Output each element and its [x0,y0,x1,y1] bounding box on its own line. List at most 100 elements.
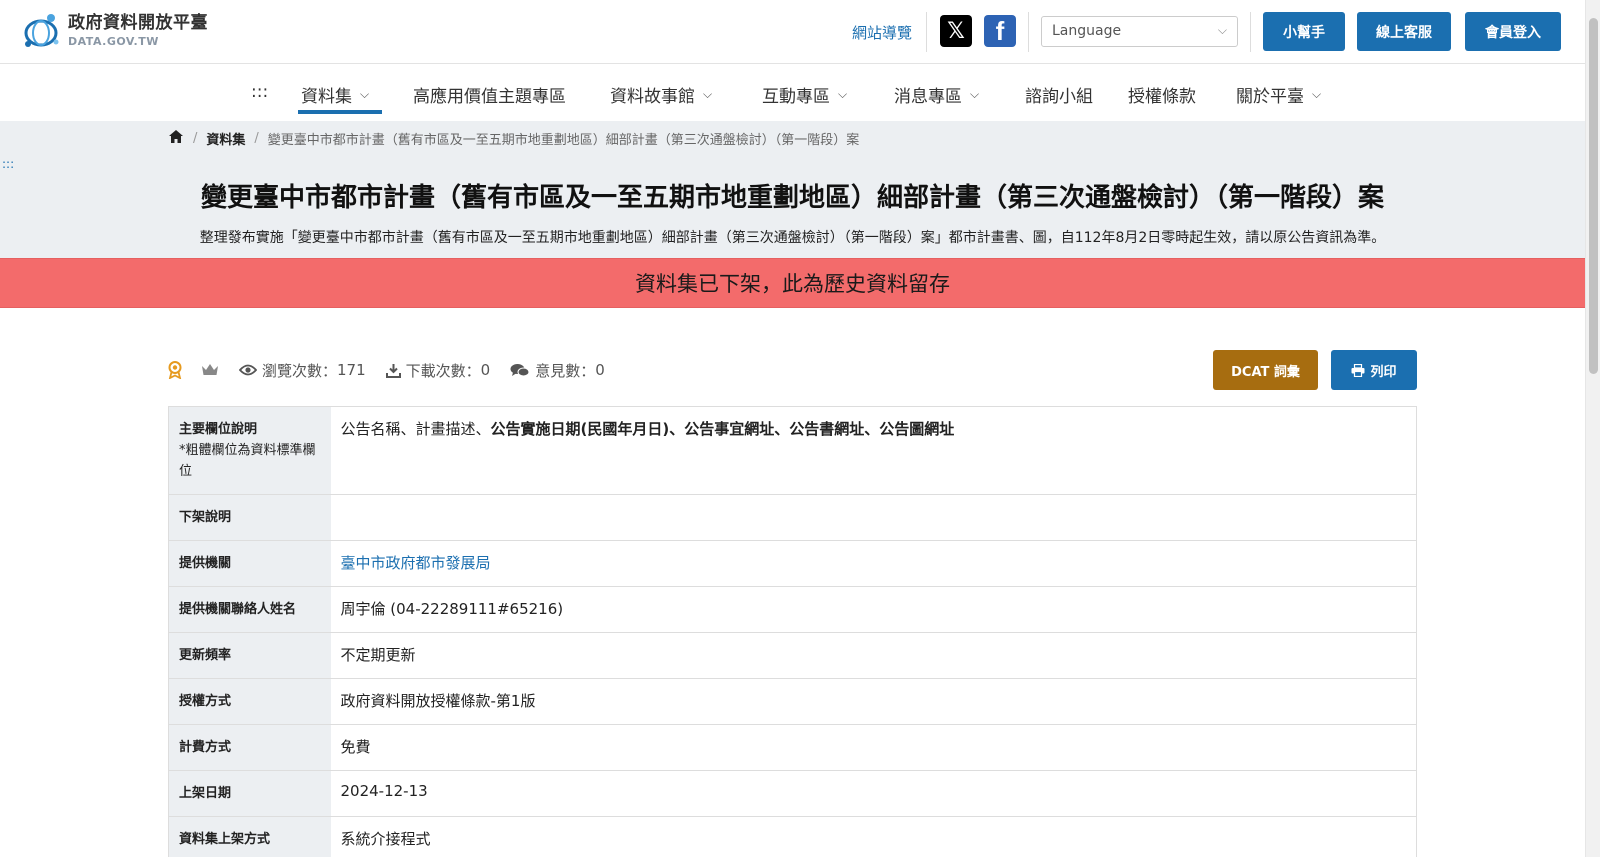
main-nav: ::: 資料集 ⌵ 高應用價值主題專區 資料故事館 ⌵ 互動專區 ⌵ 消息專區 ⌵ 諮詢… [0,64,1585,121]
member-login-button[interactable]: 會員登入 [1465,12,1561,51]
nav-active-indicator [298,110,382,114]
main-fields-note: *粗體欄位為資料標準欄位 [179,443,316,479]
downloads-count: 0 [480,361,491,379]
nav-item-high-value[interactable]: 高應用價值主題專區 [413,82,566,107]
views-label: 瀏覽次數： [262,361,338,380]
customer-service-button[interactable]: 線上客服 [1357,12,1451,51]
table-row: 資料集上架方式 系統介接程式 [168,816,1417,857]
nav-item-about[interactable]: 關於平臺 ⌵ [1236,82,1321,107]
delist-key: 下架說明 [168,494,331,541]
main-fields-key: 主要欄位說明 [179,422,258,437]
nav-item-interactive[interactable]: 互動專區 ⌵ [762,82,847,107]
logo-en: DATA.GOV.TW [68,34,159,48]
nav-label: 高應用價值主題專區 [413,87,566,107]
breadcrumb-current: 變更臺中市都市計畫（舊有市區及一至五期市地重劃地區）細部計畫（第三次通盤檢討）（… [267,133,860,148]
nav-label: 資料故事館 [610,87,695,107]
listing-method-value: 系統介接程式 [330,816,1417,857]
sitemap-link[interactable]: 網站導覽 [852,22,912,43]
nav-label: 資料集 [301,87,352,107]
table-row: 下架說明 [168,494,1417,541]
delisted-alert: 資料集已下架，此為歷史資料留存 [0,258,1585,308]
x-icon[interactable]: 𝕏 [940,15,972,47]
license-key: 授權方式 [168,678,331,725]
provider-link[interactable]: 臺中市政府都市發展局 [341,554,491,572]
nav-label: 消息專區 [894,87,962,107]
logo-globe-icon [22,12,62,50]
nav-item-datasets[interactable]: 資料集 ⌵ [301,82,369,107]
page-scrollbar[interactable] [1585,0,1600,857]
breadcrumb-separator: / [254,131,259,146]
field-key: 主要欄位說明 *粗體欄位為資料標準欄位 [168,406,331,495]
printer-icon [1351,363,1365,377]
download-icon [385,363,401,378]
divider [1028,12,1029,52]
dataset-description: 整理發布實施「變更臺中市都市計畫（舊有市區及一至五期市地重劃地區）細部計畫（第三… [199,230,1386,246]
main-fields-bold: 公告實施日期(民國年月日)、公告事宜網址、公告書網址、公告圖網址 [490,420,955,438]
chevron-down-icon: ⌵ [1312,87,1322,101]
listed-date-key: 上架日期 [168,770,331,817]
top-header: 政府資料開放平臺 DATA.GOV.TW 網站導覽 𝕏 f Language ⌵… [0,0,1585,64]
nav-label: 互動專區 [762,87,830,107]
print-label: 列印 [1370,364,1397,380]
breadcrumb-datasets[interactable]: 資料集 [206,129,245,148]
logo-cn: 政府資料開放平臺 [68,13,208,34]
chevron-down-icon: ⌵ [838,87,848,101]
scrollbar-thumb[interactable] [1589,18,1598,374]
fee-value: 免費 [330,724,1417,771]
chevron-down-icon: ⌵ [970,87,980,101]
frequency-key: 更新頻率 [168,632,331,679]
table-row: 授權方式 政府資料開放授權條款-第1版 [168,678,1417,725]
frequency-value: 不定期更新 [330,632,1417,679]
main-fields-plain: 公告名稱、計畫描述、 [340,420,491,438]
table-row: 主要欄位說明 *粗體欄位為資料標準欄位 公告名稱、計畫描述、公告實施日期(民國年… [168,406,1417,495]
divider [926,12,927,52]
dataset-hero: / 資料集 / 變更臺中市都市計畫（舊有市區及一至五期市地重劃地區）細部計畫（第… [0,121,1585,258]
downloads-stat: 下載次數： 0 [385,360,491,381]
chevron-down-icon: ⌵ [360,87,370,101]
breadcrumb: / 資料集 / 變更臺中市都市計畫（舊有市區及一至五期市地重劃地區）細部計畫（第… [168,129,859,148]
nav-item-stories[interactable]: 資料故事館 ⌵ [610,82,712,107]
nav-item-license[interactable]: 授權條款 [1128,82,1196,107]
table-row: 提供機關聯絡人姓名 周宇倫 (04-22289111#65216) [168,586,1417,633]
site-logo[interactable]: 政府資料開放平臺 DATA.GOV.TW [22,12,208,50]
field-value: 公告名稱、計畫描述、公告實施日期(民國年月日)、公告事宜網址、公告書網址、公告圖… [330,406,1417,495]
license-value: 政府資料開放授權條款-第1版 [330,678,1417,725]
nav-label: 關於平臺 [1236,87,1304,107]
accesskey-dots[interactable]: ::: [2,157,14,171]
home-icon[interactable] [168,129,184,148]
eye-icon [239,364,257,376]
facebook-icon[interactable]: f [984,15,1016,47]
contact-value: 周宇倫 (04-22289111#65216) [330,586,1417,633]
nav-item-advisory[interactable]: 諮詢小組 [1025,82,1093,107]
nav-label: 諮詢小組 [1025,87,1093,107]
comments-stat: 意見數： 0 [510,360,605,381]
fee-key: 計費方式 [168,724,331,771]
page-title: 變更臺中市都市計畫（舊有市區及一至五期市地重劃地區）細部計畫（第三次通盤檢討）（… [200,183,1384,213]
views-count: 171 [337,361,366,379]
print-button[interactable]: 列印 [1331,350,1417,390]
language-placeholder: Language [1052,23,1122,39]
chevron-down-icon: ⌵ [1217,23,1227,37]
award-badge-icon [167,361,183,380]
comments-label: 意見數： [535,361,596,380]
delist-value [330,494,1417,541]
comments-count: 0 [595,361,605,379]
nav-skip-dots[interactable]: ::: [251,82,268,102]
dataset-stats: 瀏覽次數： 171 下載次數： 0 意見數： 0 [167,359,625,381]
nav-label: 授權條款 [1128,87,1196,107]
comments-icon [510,363,530,378]
views-stat: 瀏覽次數： 171 [239,360,366,381]
table-row: 上架日期 2024-12-13 [168,770,1417,817]
nav-item-news[interactable]: 消息專區 ⌵ [894,82,979,107]
downloads-label: 下載次數： [405,361,481,380]
crown-icon [201,363,219,377]
chevron-down-icon: ⌵ [703,87,713,101]
field-value: 臺中市政府都市發展局 [330,540,1417,587]
language-select[interactable]: Language ⌵ [1041,16,1238,47]
dataset-info-table: 主要欄位說明 *粗體欄位為資料標準欄位 公告名稱、計畫描述、公告實施日期(民國年… [168,406,1417,857]
contact-key: 提供機關聯絡人姓名 [168,586,331,633]
provider-key: 提供機關 [168,540,331,587]
divider [1250,12,1251,52]
dcat-vocabulary-button[interactable]: DCAT 詞彙 [1213,350,1318,390]
helper-button[interactable]: 小幫手 [1263,12,1345,51]
